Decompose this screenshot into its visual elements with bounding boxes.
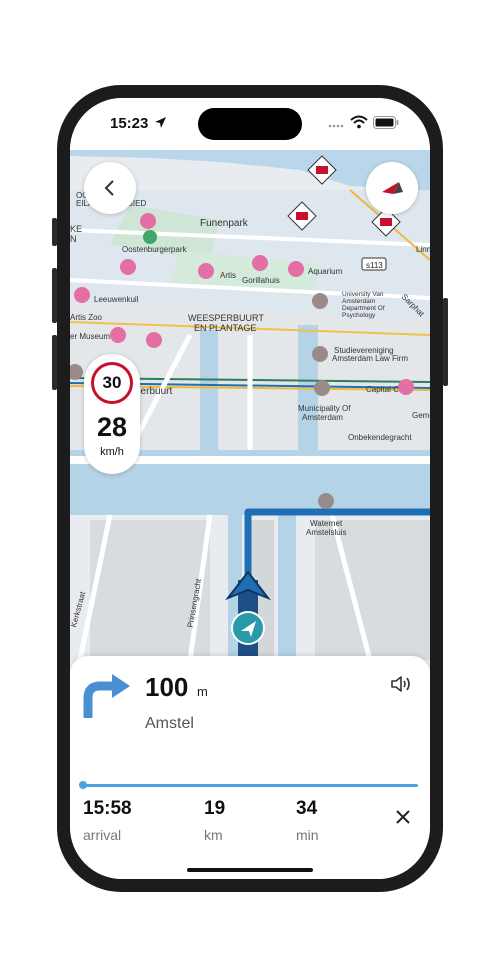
map-label-artis-zoo: Artis Zoo [70,313,103,322]
map-label-funenpark: Funenpark [200,218,249,229]
speed-card: 30 28 km/h [84,354,140,474]
remaining-time-unit: min [296,827,319,843]
close-icon[interactable] [394,808,412,826]
maneuver-street: Amstel [145,715,194,732]
home-indicator [187,868,313,872]
current-speed: 28 [96,412,128,442]
map-label-waternet-1: Waternet [310,519,343,528]
map-label-gorillahuis: Gorillahuis [242,276,280,285]
location-arrow-icon[interactable] [231,611,265,645]
maneuver-distance: 100 [145,672,189,702]
map-label-municipality-2: Amsterdam [302,413,343,422]
map-label-linn: Linn [416,245,430,254]
map-label-weesperbuurt: WEESPERBUURT [188,313,264,323]
navigation-panel: 100 m Amstel 15:58 arrival 19 km 34 min [70,656,430,879]
map-label-gemeente: Geme [412,411,430,420]
remaining-time: 34 [296,798,318,819]
speaker-icon[interactable] [390,674,412,694]
map-label-uva-1: University Van [342,291,384,298]
screen: s113 OOSTELIJK EILANDENGEBIED KE N Funen… [70,98,430,879]
turn-right-icon [83,674,130,718]
status-bar: 15:23 [70,98,430,150]
map-label-oostenburgerpark: Oostenburgerpark [122,245,187,254]
route-progress-bar [82,784,418,787]
mute-switch [52,218,57,246]
speed-unit: km/h [100,446,124,458]
map-label-uva-3: Department Of [342,305,385,312]
wifi-icon [350,115,368,129]
power-button [443,298,448,386]
map-label-onbekendegracht: Onbekendegracht [348,433,412,442]
map-label-municipality-1: Municipality Of [298,404,351,413]
volume-down-button [52,335,57,390]
map-label-aquarium: Aquarium [308,267,343,276]
map-label-plantage: EN PLANTAGE [194,323,256,333]
map-label-museum: er Museum [70,332,110,341]
arrival-label: arrival [83,827,122,843]
map-label-studie-2: Amsterdam Law Firm [332,354,408,363]
location-arrow-icon [155,117,166,128]
back-button[interactable] [84,162,136,214]
volume-up-button [52,268,57,323]
arrival-time: 15:58 [83,798,132,819]
speed-limit-value: 30 [102,373,122,392]
back-arrow-icon [104,180,114,196]
compass-icon [382,182,403,194]
status-time: 15:23 [110,115,149,132]
map-label-leeuwenkuil: Leeuwenkuil [94,295,139,304]
signal-icon [328,124,344,128]
speed-limit-sign: 30 [91,362,133,404]
dynamic-island [198,108,302,140]
map-label-waternet-2: Amstelsluis [306,528,346,537]
map-label-s113: s113 [366,261,383,270]
remaining-distance-unit: km [204,827,223,843]
map-label-capital: Capital C [366,385,399,394]
compass-button[interactable] [366,162,418,214]
map-label-uva-4: Psychology [342,312,376,319]
map-label-n: N [70,234,77,244]
maneuver-distance-unit: m [197,684,208,699]
battery-icon [373,116,399,129]
map-label-uva-2: Amsterdam [342,298,375,305]
map-label-artis: Artis [220,271,236,280]
remaining-distance: 19 [204,798,226,819]
route-progress-marker [79,781,87,789]
map-label-ke: KE [70,224,82,234]
